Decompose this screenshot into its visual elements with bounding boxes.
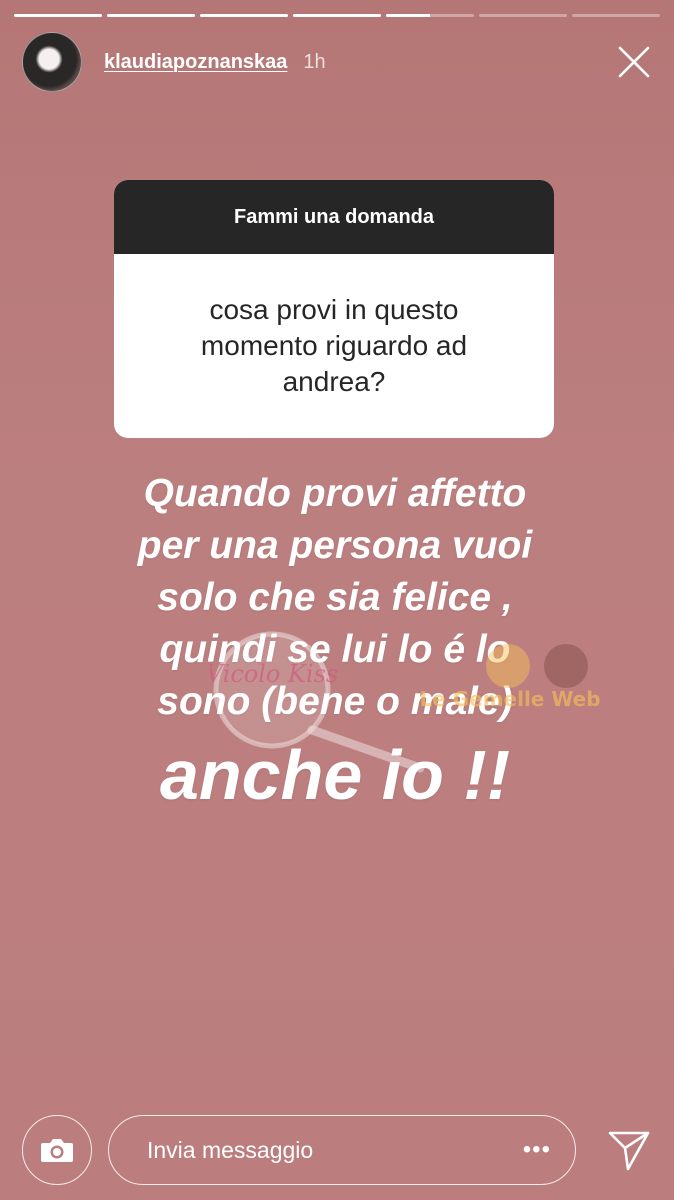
story-progress-segment xyxy=(107,14,195,17)
story-progress-segment xyxy=(479,14,567,17)
question-sticker: Fammi una domanda cosa provi in questo m… xyxy=(114,180,554,438)
reply-bar: ••• xyxy=(22,1114,652,1186)
more-options-button[interactable]: ••• xyxy=(523,1136,551,1164)
camera-icon xyxy=(41,1139,73,1162)
story-progress-fill xyxy=(386,14,430,17)
story-progress-segment xyxy=(14,14,102,17)
answer-text: Quando provi affetto per una persona vuo… xyxy=(90,468,580,818)
story-progress-fill xyxy=(200,14,288,17)
story-progress-fill xyxy=(107,14,195,17)
message-field[interactable]: ••• xyxy=(108,1115,576,1185)
username[interactable]: klaudiapoznanskaa xyxy=(104,51,287,74)
story-header: klaudiapoznanskaa 1h xyxy=(22,32,652,92)
story-progress-segment xyxy=(572,14,660,17)
send-icon[interactable] xyxy=(606,1127,652,1173)
answer-line: per una persona vuoi xyxy=(137,524,533,567)
answer-line: sono (bene o male) xyxy=(157,680,513,723)
message-input[interactable] xyxy=(145,1135,523,1165)
close-icon[interactable] xyxy=(616,44,652,80)
story-progress-fill xyxy=(14,14,102,17)
question-text: cosa provi in questo momento riguardo ad… xyxy=(200,294,468,397)
post-time: 1h xyxy=(303,50,326,73)
answer-line: Quando provi affetto xyxy=(143,472,527,515)
answer-line: solo che sia felice , xyxy=(157,576,513,619)
story-progress-fill xyxy=(293,14,381,17)
answer-line: quindi se lui lo é lo xyxy=(159,628,511,671)
camera-button[interactable] xyxy=(22,1115,92,1185)
story-progress-segment xyxy=(293,14,381,17)
answer-final-line: anche io !! xyxy=(159,736,511,814)
story-progress-bar xyxy=(14,14,660,18)
avatar[interactable] xyxy=(22,32,82,92)
question-sticker-title: Fammi una domanda xyxy=(114,180,554,254)
story-progress-segment xyxy=(386,14,474,17)
story-progress-segment xyxy=(200,14,288,17)
